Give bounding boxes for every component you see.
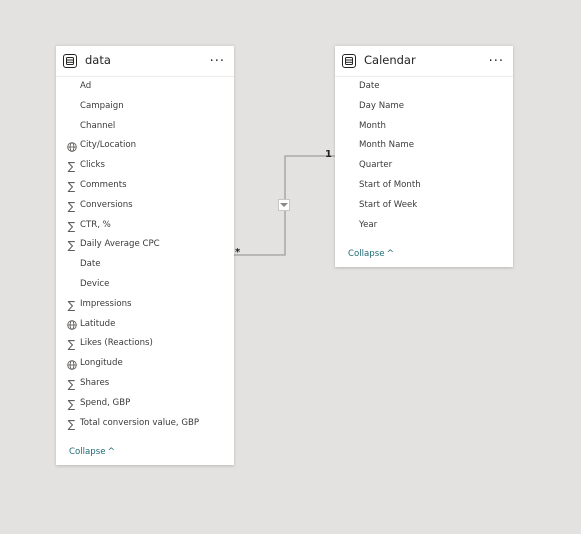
table-icon	[342, 54, 356, 68]
field-row[interactable]: Date	[335, 78, 513, 98]
collapse-label: Collapse	[348, 249, 385, 259]
table-icon	[63, 54, 77, 68]
field-row[interactable]: ∑ Shares	[56, 375, 234, 395]
field-row[interactable]: ∑ Total conversion value, GBP	[56, 415, 234, 435]
field-row[interactable]: Campaign	[56, 98, 234, 118]
field-row[interactable]: Start of Month	[335, 177, 513, 197]
field-row[interactable]: Channel	[56, 118, 234, 138]
field-row[interactable]: Month	[335, 118, 513, 138]
collapse-link[interactable]: Collapse ^	[69, 447, 115, 457]
sigma-icon: ∑	[67, 180, 76, 193]
sigma-icon: ∑	[67, 338, 76, 352]
more-options-icon[interactable]: ...	[489, 50, 504, 65]
sigma-icon: ∑	[67, 417, 76, 431]
field-label: Month Name	[359, 140, 415, 151]
sigma-icon: ∑	[67, 219, 76, 233]
field-row[interactable]: Device	[56, 276, 234, 296]
field-row[interactable]: Latitude	[56, 316, 234, 336]
field-row[interactable]: Month Name	[335, 137, 513, 157]
collapse-label: Collapse	[69, 447, 106, 457]
table-card-data[interactable]: data ... Ad Campaign Channel City/Location ∑…	[56, 45, 234, 465]
globe-icon	[66, 359, 77, 370]
cardinality-one-label: 1	[325, 149, 332, 160]
field-label: Start of Week	[359, 199, 418, 210]
sigma-icon: ∑	[67, 160, 76, 174]
field-label: Comments	[80, 180, 127, 190]
collapse-link[interactable]: Collapse ^	[348, 249, 394, 259]
field-label: Likes (Reactions)	[80, 338, 153, 349]
field-label: Conversions	[80, 199, 133, 210]
table-header[interactable]: Calendar ...	[335, 46, 513, 77]
field-label: Year	[359, 219, 378, 230]
filter-direction-icon[interactable]	[278, 199, 290, 211]
field-row[interactable]: ∑ CTR, %	[56, 217, 234, 237]
field-label: Ad	[80, 81, 92, 91]
field-row[interactable]: ∑ Daily Average CPC	[56, 236, 234, 256]
field-row[interactable]: ∑ Conversions	[56, 197, 234, 217]
field-label: Shares	[80, 378, 110, 388]
table-title: data	[85, 53, 111, 67]
chevron-up-icon: ^	[107, 447, 116, 457]
field-label: Latitude	[80, 318, 116, 329]
table-header[interactable]: data ...	[56, 46, 234, 77]
field-row[interactable]: Year	[335, 217, 513, 237]
field-label: City/Location	[80, 140, 137, 151]
field-label: Daily Average CPC	[80, 239, 160, 250]
field-row[interactable]: ∑ Clicks	[56, 157, 234, 177]
more-options-icon[interactable]: ...	[210, 50, 225, 65]
field-label: Day Name	[359, 100, 405, 111]
sigma-icon: ∑	[67, 239, 76, 253]
table-card-calendar[interactable]: Calendar ... Date Day Name Month Month Name…	[335, 45, 513, 267]
field-row[interactable]: City/Location	[56, 137, 234, 157]
sigma-icon: ∑	[67, 397, 76, 411]
sigma-icon: ∑	[67, 298, 76, 312]
field-label: CTR, %	[80, 219, 111, 230]
field-label: Total conversion value, GBP	[80, 417, 200, 428]
field-label: Start of Month	[359, 180, 421, 190]
field-row[interactable]: ∑ Comments	[56, 177, 234, 197]
field-row[interactable]: Day Name	[335, 98, 513, 118]
field-row[interactable]: Quarter	[335, 157, 513, 177]
field-label: Device	[80, 279, 110, 289]
field-row[interactable]: Start of Week	[335, 197, 513, 217]
table-title: Calendar	[364, 53, 416, 67]
field-label: Campaign	[80, 100, 124, 111]
cardinality-many-label: *	[235, 247, 241, 258]
field-label: Quarter	[359, 160, 393, 171]
field-row[interactable]: Date	[56, 256, 234, 276]
field-row[interactable]: Longitude	[56, 355, 234, 375]
field-label: Spend, GBP	[80, 397, 131, 408]
field-row[interactable]: ∑ Likes (Reactions)	[56, 335, 234, 355]
field-label: Date	[359, 81, 380, 91]
field-label: Clicks	[80, 160, 105, 171]
globe-icon	[66, 141, 77, 152]
chevron-up-icon: ^	[386, 249, 395, 259]
field-label: Impressions	[80, 298, 132, 309]
field-row[interactable]: Ad	[56, 78, 234, 98]
globe-icon	[66, 320, 77, 331]
sigma-icon: ∑	[67, 378, 76, 391]
field-label: Channel	[80, 120, 116, 131]
field-row[interactable]: ∑ Spend, GBP	[56, 395, 234, 415]
sigma-icon: ∑	[67, 199, 76, 213]
field-label: Month	[359, 120, 386, 131]
field-label: Date	[80, 259, 101, 270]
field-row[interactable]: ∑ Impressions	[56, 296, 234, 316]
field-label: Longitude	[80, 358, 123, 369]
